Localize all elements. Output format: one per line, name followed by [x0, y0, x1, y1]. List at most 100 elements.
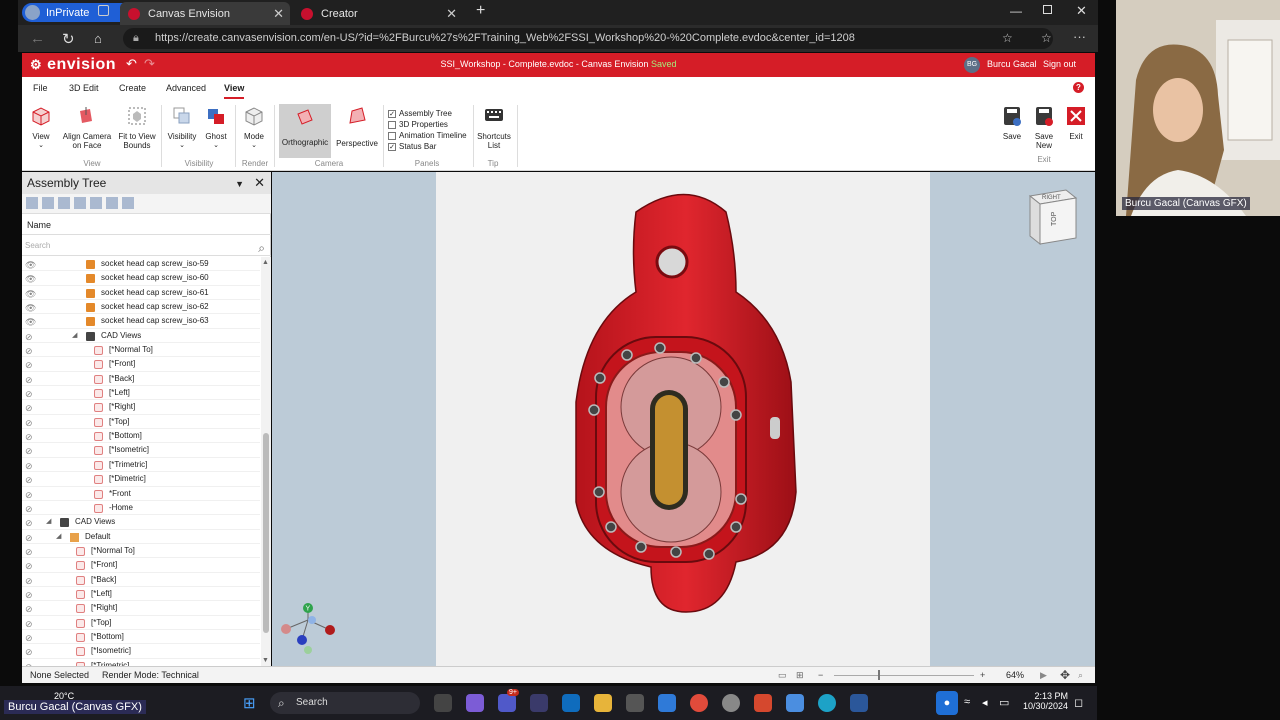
file-explorer-icon[interactable] — [594, 694, 612, 712]
tab-3d-edit[interactable]: 3D Edit — [69, 83, 99, 93]
tab-actions-icon[interactable] — [98, 5, 109, 16]
close-tab-icon[interactable]: ✕ — [446, 6, 457, 22]
tree-row[interactable]: ⊘[*Trimetric] — [22, 659, 260, 666]
visible-eye-icon[interactable]: 👁︎ — [25, 315, 36, 329]
help-icon[interactable]: ? — [1073, 82, 1084, 93]
expand-arrow-icon[interactable]: ◢ — [46, 515, 51, 529]
align-camera-button[interactable]: Align Camera on Face — [60, 105, 114, 150]
tree-row[interactable]: ⊘[*Trimetric] — [22, 458, 260, 473]
hidden-icon[interactable]: ⊘ — [25, 344, 33, 358]
tree-row[interactable]: ⊘ [*Isometric] — [22, 443, 260, 458]
perspective-button[interactable]: Perspective — [335, 105, 379, 148]
volume-icon[interactable]: ◂ — [982, 696, 988, 709]
hidden-icon[interactable]: ⊘ — [25, 559, 33, 573]
app-s-icon[interactable] — [754, 694, 772, 712]
scroll-thumb[interactable] — [263, 433, 269, 633]
tree-row[interactable]: ⊘ [*Top] — [22, 415, 260, 430]
app-icon[interactable] — [658, 694, 676, 712]
visibility-button[interactable]: Visibility ⌄ — [165, 105, 199, 150]
hidden-icon[interactable]: ⊘ — [25, 387, 33, 401]
hidden-icon[interactable]: ⊘ — [25, 444, 33, 458]
hidden-icon[interactable]: ⊘ — [25, 645, 33, 659]
task-view-icon[interactable] — [434, 694, 452, 712]
tree-tool-icon[interactable] — [90, 197, 102, 209]
restore-icon[interactable] — [1043, 5, 1052, 14]
app-vb-icon[interactable] — [530, 694, 548, 712]
hidden-icon[interactable]: ⊘ — [25, 416, 33, 430]
tree-row[interactable]: ⊘ [*Front] — [22, 357, 260, 372]
tree-row[interactable]: ⊘ ◢ CAD Views — [22, 515, 260, 530]
hidden-icon[interactable]: ⊘ — [25, 531, 33, 545]
tree-row[interactable]: ⊘ [*Left] — [22, 587, 260, 602]
tree-row[interactable]: ⊘ [*Bottom] — [22, 429, 260, 444]
zoom-in-icon[interactable]: + — [980, 667, 985, 684]
tree-row[interactable]: ⊘ ◢ CAD Views — [22, 329, 260, 344]
back-icon[interactable]: ← — [30, 30, 45, 47]
clock[interactable]: 2:13 PM 10/30/2024 — [1022, 691, 1068, 711]
tree-row[interactable]: ⊘ -Home — [22, 501, 260, 516]
grid-view-icon[interactable]: ⊞ — [796, 667, 804, 684]
scroll-down-icon[interactable]: ▼ — [262, 657, 269, 664]
tab-canvas-envision[interactable]: Canvas Envision ✕ — [120, 2, 290, 25]
notifications-icon[interactable]: ◻ — [1074, 696, 1083, 709]
tree-row[interactable]: ⊘ [*Normal To] — [22, 544, 260, 559]
favorites-icon[interactable]: ☆ — [1041, 31, 1052, 45]
render-mode-button[interactable]: Mode ⌄ — [239, 105, 269, 150]
hidden-icon[interactable]: ⊘ — [25, 330, 33, 344]
tree-row[interactable]: ⊘ [*Right] — [22, 400, 260, 415]
hidden-icon[interactable]: ⊘ — [25, 488, 33, 502]
hidden-icon[interactable]: ⊘ — [25, 401, 33, 415]
battery-icon[interactable]: ▭ — [999, 696, 1009, 709]
expand-arrow-icon[interactable]: ◢ — [56, 530, 61, 544]
microphone-icon[interactable]: ● — [936, 691, 958, 715]
hidden-icon[interactable]: ⊘ — [25, 358, 33, 372]
hidden-icon[interactable]: ⊘ — [25, 545, 33, 559]
check-status-bar[interactable]: ✓ Status Bar — [388, 141, 467, 152]
hidden-icon[interactable]: ⊘ — [25, 516, 33, 530]
favorite-star-icon[interactable]: ☆ — [1002, 31, 1013, 45]
zoom-out-icon[interactable]: − — [818, 667, 823, 684]
shortcuts-list-button[interactable]: Shortcuts List — [475, 105, 513, 150]
zoom-slider-handle[interactable] — [878, 670, 880, 680]
tab-create[interactable]: Create — [119, 83, 146, 93]
tree-row[interactable]: ⊘ [*Dimetric] — [22, 472, 260, 487]
visible-eye-icon[interactable]: 👁︎ — [25, 272, 36, 286]
check-animation-timeline[interactable]: Animation Timeline — [388, 130, 467, 141]
magnify-icon[interactable]: ⌕ — [1078, 667, 1083, 684]
close-window-icon[interactable]: ✕ — [1076, 3, 1087, 19]
view-cube[interactable]: RIGHT TOP — [1028, 186, 1078, 246]
sign-out-link[interactable]: Sign out — [1043, 59, 1076, 69]
move-icon[interactable]: ✥ — [1060, 667, 1070, 684]
url-field[interactable]: 🔒︎ https://create.canvasenvision.com/en-… — [123, 28, 1053, 49]
tree-row[interactable]: 👁︎ socket head cap screw_iso-61 — [22, 286, 260, 301]
tree-row[interactable]: ⊘ ◢ Default — [22, 530, 260, 544]
settings-icon[interactable] — [722, 694, 740, 712]
teams-icon[interactable] — [498, 694, 516, 712]
expand-arrow-icon[interactable]: ◢ — [72, 329, 77, 343]
tree-row[interactable]: ⊘ [*Bottom] — [22, 630, 260, 645]
chrome-icon[interactable] — [690, 694, 708, 712]
exit-button[interactable]: Exit — [1064, 105, 1088, 141]
hidden-icon[interactable]: ⊘ — [25, 459, 33, 473]
zoom-slider[interactable] — [834, 675, 974, 676]
more-icon[interactable]: ··· — [1073, 29, 1086, 44]
hidden-icon[interactable]: ⊘ — [25, 617, 33, 631]
user-name[interactable]: Burcu Gacal — [987, 59, 1037, 69]
hidden-icon[interactable]: ⊘ — [25, 602, 33, 616]
name-column-header[interactable]: Name — [22, 215, 271, 235]
hidden-icon[interactable]: ⊘ — [25, 430, 33, 444]
hidden-icon[interactable]: ⊘ — [25, 588, 33, 602]
taskbar-search[interactable]: ⌕ Search — [270, 692, 420, 714]
refresh-icon[interactable]: ↻ — [62, 30, 75, 48]
new-tab-icon[interactable]: + — [476, 2, 485, 20]
play-icon[interactable]: ▶ — [1040, 667, 1047, 684]
view-button[interactable]: View ⌄ — [28, 105, 54, 150]
app-icon[interactable] — [626, 694, 644, 712]
hidden-icon[interactable]: ⊘ — [25, 373, 33, 387]
copilot-icon[interactable] — [466, 694, 484, 712]
tree-scrollbar[interactable]: ▲ ▼ — [261, 257, 271, 666]
tree-row[interactable]: ⊘ [*Isometric] — [22, 644, 260, 659]
fit-view-icon[interactable]: ▭ — [778, 667, 787, 684]
save-new-button[interactable]: Save New — [1030, 105, 1058, 150]
tab-advanced[interactable]: Advanced — [166, 83, 206, 93]
